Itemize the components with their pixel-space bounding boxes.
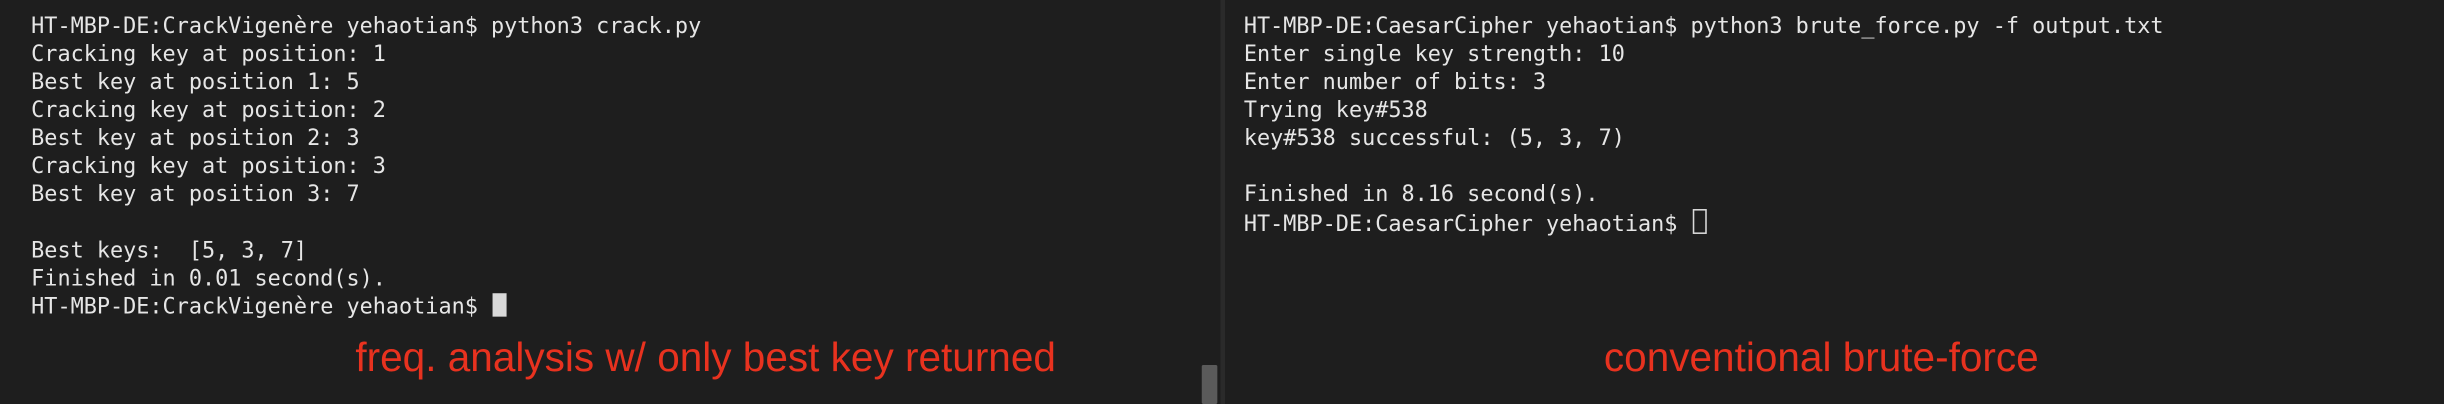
terminal-prompt-line[interactable]: HT-MBP-DE:CaesarCipher yehaotian$ [1244, 209, 2164, 237]
terminal-line: Best key at position 2: 3 [31, 126, 360, 152]
left-pane-scrollbar[interactable] [1201, 364, 1218, 404]
right-annotation: conventional brute-force [1603, 333, 2039, 381]
terminal-line: Finished in 0.01 second(s). [31, 266, 386, 292]
terminal-line: Enter single key strength: 10 [1243, 42, 1625, 68]
terminal-cursor [1692, 209, 1707, 234]
terminal-line: key#538 successful: (5, 3, 7) [1243, 126, 1625, 152]
terminal-cursor [492, 293, 507, 317]
screen: HT-MBP-DE:CrackVigenère yehaotian$ pytho… [0, 0, 2444, 404]
terminal-line: Cracking key at position: 1 [31, 42, 386, 68]
right-terminal-pane[interactable]: HT-MBP-DE:CaesarCipher yehaotian$ python… [1225, 0, 2444, 404]
left-terminal-output: HT-MBP-DE:CrackVigenère yehaotian$ pytho… [31, 12, 701, 321]
left-annotation: freq. analysis w/ only best key returned [355, 333, 1056, 381]
terminal-line: Best keys: [5, 3, 7] [31, 238, 308, 264]
terminal-line: Best key at position 3: 7 [31, 182, 360, 208]
right-terminal-output: HT-MBP-DE:CaesarCipher yehaotian$ python… [1244, 12, 2164, 237]
terminal-line: Cracking key at position: 3 [31, 154, 386, 180]
terminal-line: Finished in 8.16 second(s). [1243, 182, 1599, 208]
terminal-line: Cracking key at position: 2 [31, 98, 386, 124]
terminal-line: Trying key#538 [1243, 98, 1428, 124]
terminal-line: Enter number of bits: 3 [1243, 70, 1547, 96]
left-terminal-pane[interactable]: HT-MBP-DE:CrackVigenère yehaotian$ pytho… [0, 0, 1221, 404]
terminal-line: HT-MBP-DE:CrackVigenère yehaotian$ pytho… [31, 14, 702, 39]
terminal-line: HT-MBP-DE:CaesarCipher yehaotian$ python… [1243, 14, 2164, 39]
terminal-line: Best key at position 1: 5 [31, 70, 360, 96]
terminal-prompt-line[interactable]: HT-MBP-DE:CrackVigenère yehaotian$ [31, 293, 701, 321]
terminal-prompt: HT-MBP-DE:CaesarCipher yehaotian$ [1243, 212, 1691, 238]
terminal-prompt: HT-MBP-DE:CrackVigenère yehaotian$ [31, 294, 492, 320]
